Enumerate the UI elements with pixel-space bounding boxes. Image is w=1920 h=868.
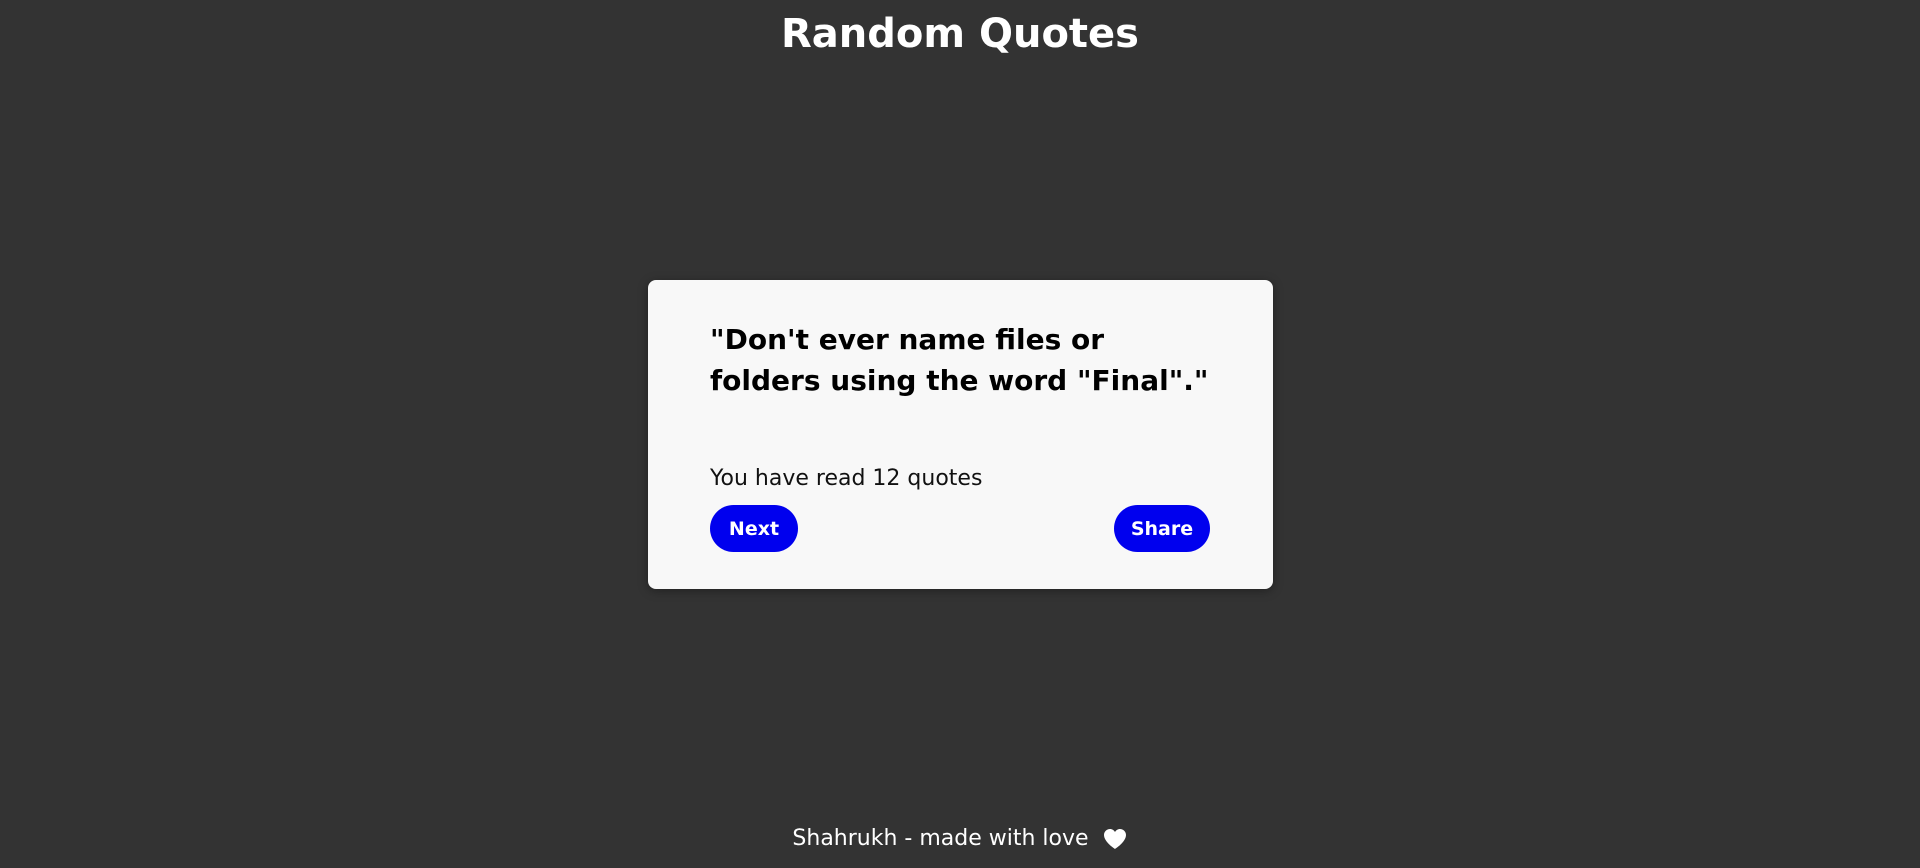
page: Random Quotes "Don't ever name files or … [0, 0, 1920, 868]
page-title: Random Quotes [780, 11, 1139, 57]
footer: Shahrukh - made with love [0, 824, 1920, 854]
next-button[interactable]: Next [710, 505, 798, 552]
quote-card: "Don't ever name files or folders using … [648, 280, 1273, 589]
read-count-text: You have read 12 quotes [710, 466, 983, 491]
quote-text: "Don't ever name files or folders using … [710, 323, 1209, 397]
share-button[interactable]: Share [1114, 505, 1210, 552]
heart-icon [1102, 827, 1128, 851]
footer-text: Shahrukh - made with love [792, 826, 1089, 851]
